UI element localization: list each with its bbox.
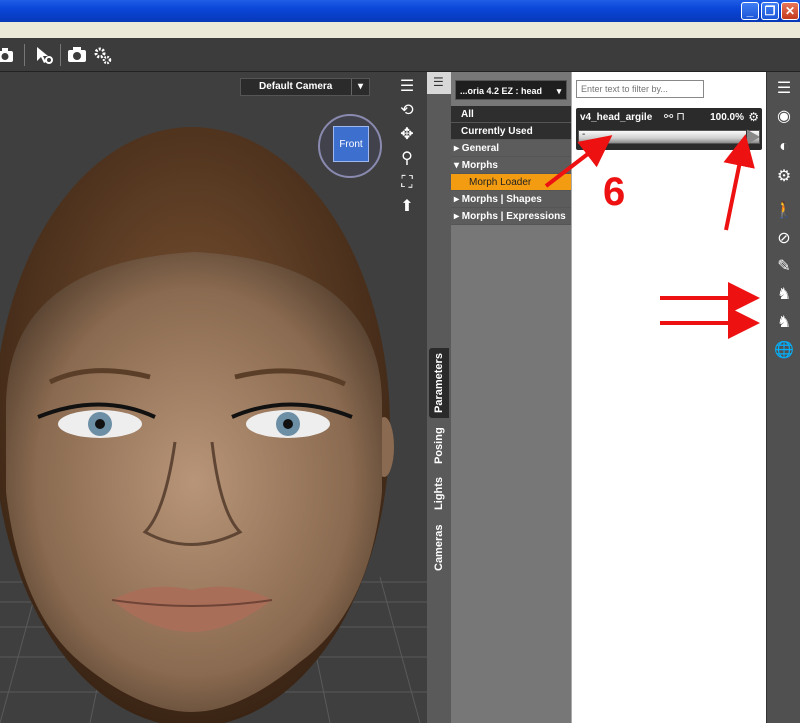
maximize-button[interactable]: ❐ <box>761 2 779 20</box>
link-icon[interactable]: ⚯ ⊓ <box>664 110 685 123</box>
orbit-icon[interactable]: ⟲ <box>396 100 418 122</box>
category-morph-loader[interactable]: Morph Loader <box>451 174 571 191</box>
category-all[interactable]: All <box>451 106 571 123</box>
toolbar-separator <box>60 44 61 66</box>
menu-bar <box>0 22 800 38</box>
move-icon[interactable]: ✥ <box>396 124 418 146</box>
annotation-step-number: 6 <box>603 170 626 214</box>
gear-icon[interactable]: ⚙ <box>748 110 759 124</box>
view-cube[interactable]: Front <box>333 126 369 162</box>
parameter-list: v4_head_argile ⚯ ⊓ 100.0% ⚙ - <box>571 72 766 723</box>
slider-min-marker: - <box>582 129 586 140</box>
zoom-icon[interactable]: ⚲ <box>396 148 418 170</box>
reset-icon[interactable]: ⬆ <box>396 196 418 218</box>
morph-slider[interactable]: v4_head_argile ⚯ ⊓ 100.0% ⚙ - <box>576 108 762 150</box>
slider-track[interactable]: - <box>578 129 760 144</box>
toolbar-separator <box>24 44 25 66</box>
chevron-down-icon[interactable]: ▾ <box>552 81 566 101</box>
figure-icon[interactable]: 🚶 <box>773 200 795 222</box>
node-icon[interactable]: ◉ <box>773 106 795 128</box>
render-settings-icon[interactable] <box>33 44 55 66</box>
globe-icon[interactable]: 🌐 <box>773 340 795 362</box>
viewport-3d[interactable]: Default Camera ▾ Front ☰ ⟲ ✥ ⚲ ⛶ ⬆ <box>0 72 427 723</box>
pane-menu-icon: ☰ <box>433 75 444 89</box>
minimize-button[interactable]: _ <box>741 2 759 20</box>
tab-cameras[interactable]: Cameras <box>429 520 449 576</box>
gear-icon[interactable] <box>92 44 114 66</box>
category-morphs-expressions[interactable]: ▸ Morphs | Expressions <box>451 208 571 225</box>
settings-icon[interactable]: ⚙ <box>773 166 795 188</box>
main-toolbar <box>0 38 800 72</box>
category-general[interactable]: ▸ General <box>451 140 571 157</box>
morph-tool-icon[interactable]: ♞ <box>773 284 795 306</box>
list-icon[interactable]: ☰ <box>396 76 418 98</box>
pane-tab-strip: Parameters Posing Lights Cameras <box>427 72 451 723</box>
camera-icon[interactable] <box>0 44 16 66</box>
tab-parameters[interactable]: Parameters <box>429 348 449 418</box>
node-selector[interactable]: ...oria 4.2 EZ : head ▾ <box>455 80 567 100</box>
camera-label: Default Camera <box>259 81 333 92</box>
right-tool-strip: ☰ ◉ ◐ ⚙ 🚶 ⊘ ✎ ♞ ♞ 🌐 <box>766 72 800 723</box>
pose-tool-icon[interactable]: ⊘ <box>773 228 795 250</box>
tab-posing[interactable]: Posing <box>429 424 449 468</box>
category-morphs[interactable]: ▾ Morphs <box>451 157 571 174</box>
close-button[interactable]: ✕ <box>781 2 799 20</box>
window-title-bar: _ ❐ ✕ <box>0 0 800 22</box>
slider-name: v4_head_argile <box>580 112 653 123</box>
node-label: ...oria 4.2 EZ : head <box>460 86 543 96</box>
category-currently-used[interactable]: Currently Used <box>451 123 571 140</box>
morph-brush-icon[interactable]: ♞ <box>773 312 795 334</box>
camera-selector[interactable]: Default Camera ▾ <box>240 78 370 96</box>
parameter-category-tree: ...oria 4.2 EZ : head ▾ All Currently Us… <box>451 72 571 723</box>
scene-icon[interactable]: ◐ <box>773 136 795 158</box>
frame-icon[interactable]: ⛶ <box>396 172 418 194</box>
slider-value[interactable]: 100.0% <box>710 112 744 123</box>
render-icon[interactable] <box>66 44 88 66</box>
category-morphs-shapes[interactable]: ▸ Morphs | Shapes <box>451 191 571 208</box>
pane-options-icon[interactable]: ☰ <box>773 78 795 100</box>
pencil-icon[interactable]: ✎ <box>773 256 795 278</box>
chevron-down-icon[interactable]: ▾ <box>351 79 369 95</box>
filter-input[interactable] <box>576 80 704 98</box>
pane-menu-button[interactable]: ☰ <box>427 72 451 94</box>
tab-lights[interactable]: Lights <box>429 474 449 514</box>
